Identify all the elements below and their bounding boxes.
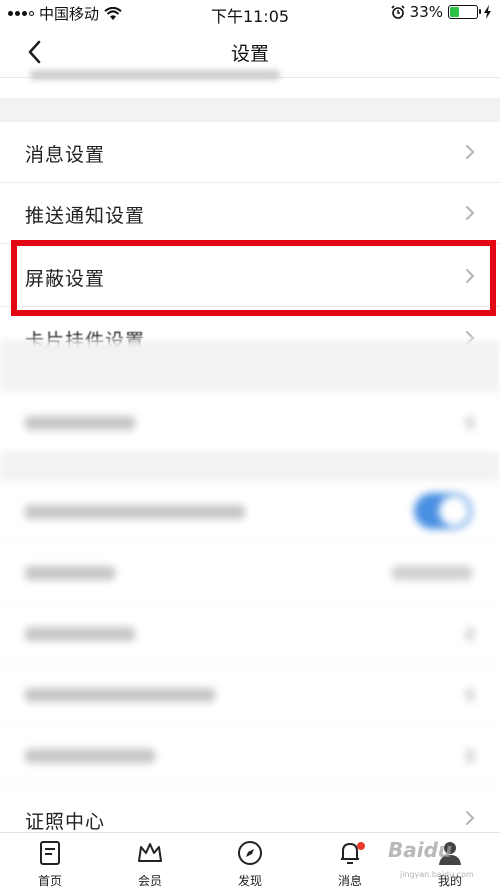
blurred-chevron bbox=[466, 749, 474, 763]
battery-percent: 33% bbox=[409, 3, 443, 21]
section-gap bbox=[0, 340, 500, 392]
battery-fill bbox=[450, 7, 459, 17]
status-right: 33% bbox=[391, 3, 492, 21]
push-notification-settings-row[interactable]: 推送通知设置 bbox=[0, 183, 500, 244]
row-label: 推送通知设置 bbox=[25, 205, 146, 227]
blurred-toggle bbox=[414, 493, 472, 529]
blurred-text bbox=[25, 627, 135, 641]
blurred-text bbox=[25, 566, 115, 580]
blurred-row bbox=[0, 542, 500, 603]
page-title: 设置 bbox=[230, 43, 269, 65]
blurred-row bbox=[0, 603, 500, 664]
charging-icon bbox=[484, 5, 491, 19]
chevron-right-icon bbox=[466, 206, 475, 220]
blurred-text bbox=[25, 688, 215, 702]
notification-badge bbox=[357, 842, 365, 850]
blurred-chevron bbox=[466, 627, 474, 641]
chevron-right-icon bbox=[466, 145, 475, 159]
blurred-text bbox=[25, 505, 245, 519]
row-label: 消息设置 bbox=[25, 144, 106, 166]
blurred-row bbox=[0, 664, 500, 725]
battery-icon bbox=[448, 5, 481, 19]
blurred-row bbox=[0, 392, 500, 453]
tab-label: 会员 bbox=[137, 874, 162, 888]
message-settings-row[interactable]: 消息设置 bbox=[0, 122, 500, 183]
obscured-text bbox=[30, 70, 280, 80]
blurred-chevron bbox=[466, 416, 474, 430]
blurred-chevron bbox=[466, 688, 474, 702]
home-icon bbox=[40, 841, 60, 865]
tab-messages[interactable]: 消息 bbox=[310, 837, 390, 889]
tab-discover[interactable]: 发现 bbox=[210, 837, 290, 889]
watermark-logo: Baidu bbox=[388, 838, 453, 862]
blurred-row bbox=[0, 725, 500, 786]
chevron-right-icon bbox=[466, 811, 475, 825]
blurred-row bbox=[0, 481, 500, 542]
section-gap bbox=[0, 453, 500, 481]
blurred-text bbox=[25, 749, 155, 763]
tab-home[interactable]: 首页 bbox=[10, 837, 90, 889]
alarm-icon bbox=[391, 5, 405, 19]
highlight-box bbox=[11, 240, 496, 316]
status-bar: 中国移动 下午11:05 33% bbox=[0, 0, 500, 26]
tab-label: 发现 bbox=[237, 874, 262, 888]
tab-label: 消息 bbox=[337, 874, 362, 888]
blurred-text bbox=[25, 416, 135, 430]
tab-member[interactable]: 会员 bbox=[110, 837, 190, 889]
section-gap bbox=[0, 98, 500, 122]
row-label: 证照中心 bbox=[25, 811, 106, 832]
compass-icon bbox=[238, 841, 262, 865]
blurred-region bbox=[0, 340, 500, 800]
blurred-value bbox=[392, 566, 472, 580]
license-center-row[interactable]: 证照中心 bbox=[0, 800, 500, 832]
watermark-url: jingyan.baidu.com bbox=[400, 870, 474, 879]
tab-label: 首页 bbox=[37, 874, 62, 888]
crown-icon bbox=[138, 843, 162, 862]
